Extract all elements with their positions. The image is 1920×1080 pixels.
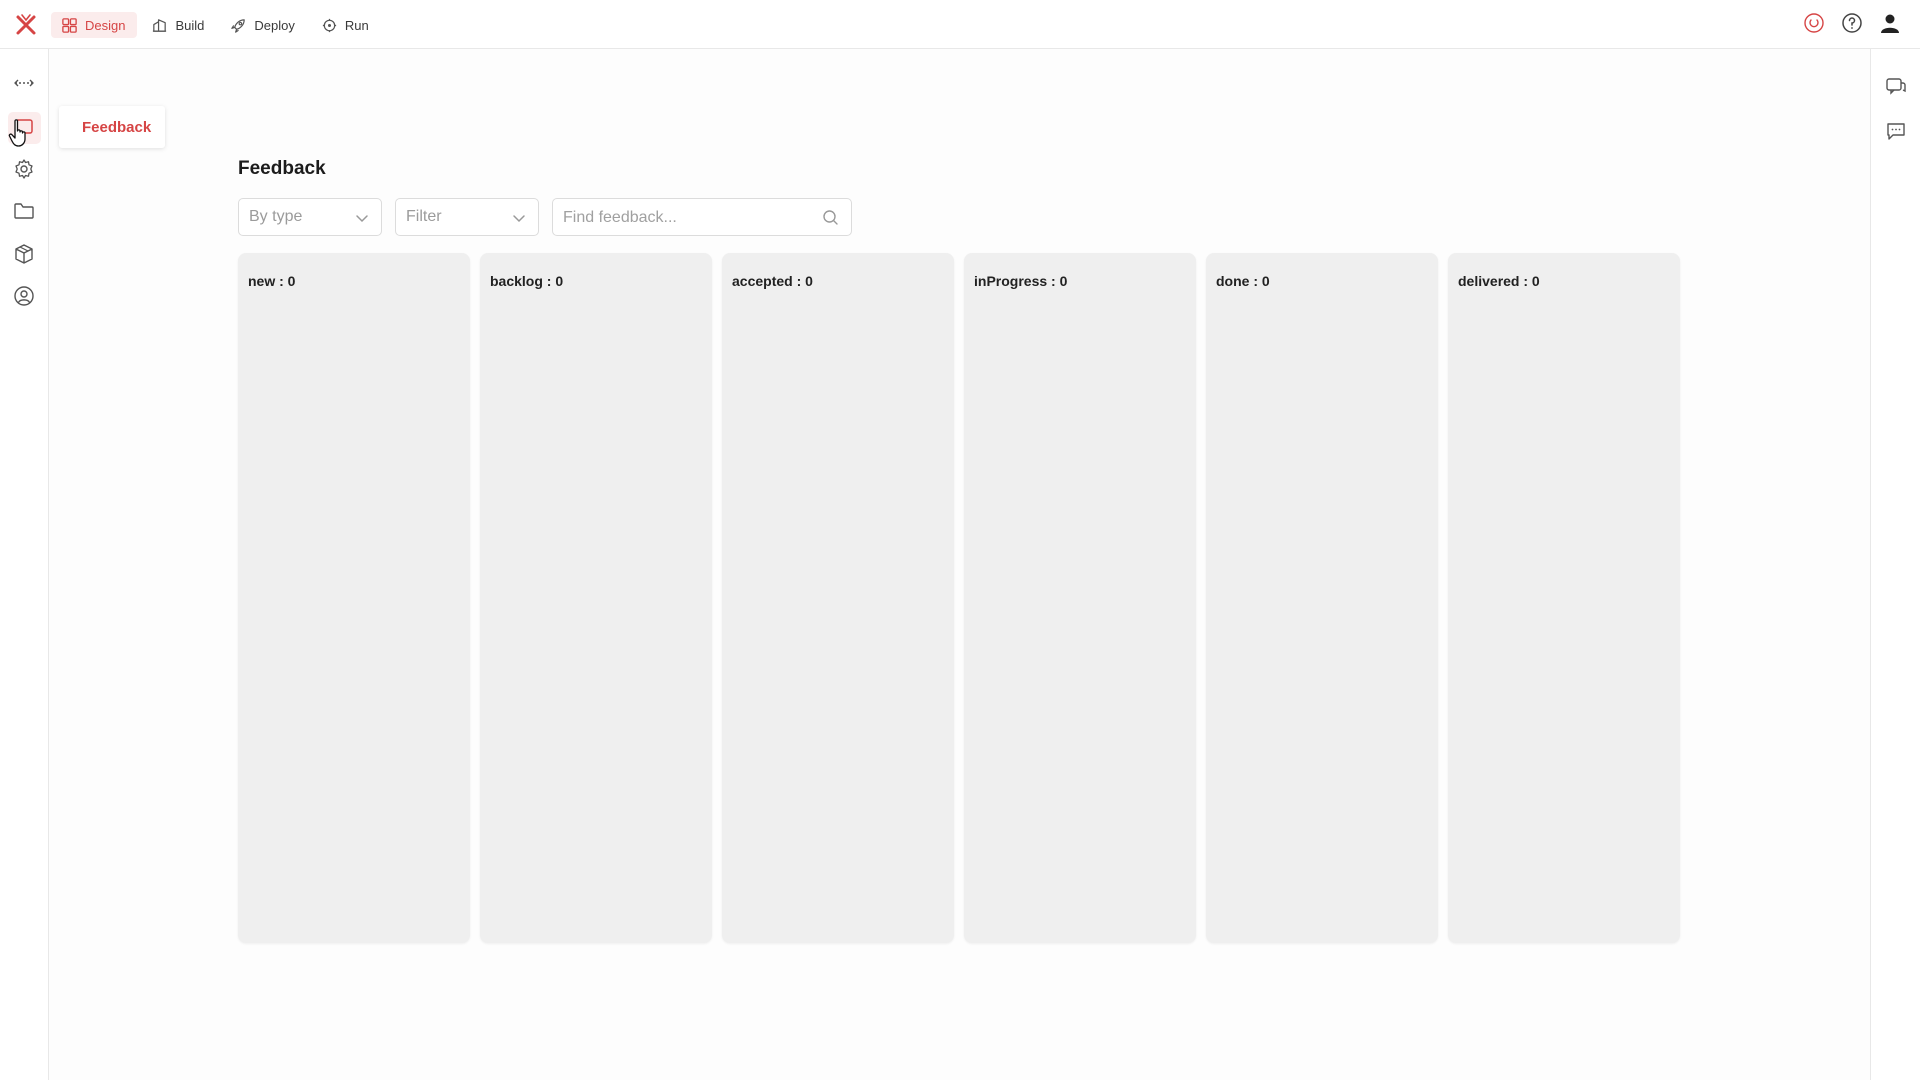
left-sidebar <box>0 49 49 1080</box>
sidebar-tooltip: Feedback <box>59 106 166 148</box>
mouse-pointer-icon <box>8 118 30 148</box>
tab-run[interactable]: Run <box>311 12 381 38</box>
tab-label: Deploy <box>254 17 295 33</box>
folder-icon[interactable] <box>12 199 36 223</box>
page-title: Feedback <box>238 158 326 179</box>
board-column-backlog[interactable]: backlog : 0 <box>480 253 712 943</box>
tab-label: Run <box>344 17 369 33</box>
package-icon[interactable] <box>12 242 36 266</box>
search-icon[interactable] <box>822 209 839 226</box>
messages-icon[interactable] <box>1884 74 1908 98</box>
column-header: new : 0 <box>248 273 296 289</box>
layout-grid-icon <box>61 17 78 34</box>
feedback-board: new : 0 backlog : 0 accepted : 0 inProgr… <box>238 253 1680 943</box>
tab-label: Design <box>85 17 126 33</box>
tab-design[interactable]: Design <box>51 12 138 38</box>
filter-select-placeholder: Filter <box>406 208 442 225</box>
column-header: done : 0 <box>1216 273 1270 289</box>
board-column-inprogress[interactable]: inProgress : 0 <box>964 253 1196 943</box>
chevron-down-icon <box>512 211 526 225</box>
board-column-delivered[interactable]: delivered : 0 <box>1448 253 1680 943</box>
chat-icon[interactable] <box>1884 119 1908 143</box>
column-header: accepted : 0 <box>732 273 813 289</box>
user-circle-icon[interactable] <box>12 284 36 308</box>
tab-build[interactable]: Build <box>141 12 216 38</box>
search-input[interactable] <box>553 199 815 237</box>
tab-label: Build <box>175 17 205 33</box>
column-header: backlog : 0 <box>490 273 564 289</box>
type-select[interactable]: By type <box>238 198 382 236</box>
top-right-actions <box>1802 11 1902 35</box>
expand-icon[interactable] <box>12 71 36 95</box>
filter-bar: By type Filter <box>238 198 852 237</box>
filter-select[interactable]: Filter <box>395 198 539 236</box>
type-select-placeholder: By type <box>249 208 303 225</box>
column-header: delivered : 0 <box>1458 273 1540 289</box>
board-column-new[interactable]: new : 0 <box>238 253 470 943</box>
right-sidebar <box>1870 49 1920 1080</box>
user-icon[interactable] <box>1878 11 1902 35</box>
mode-tabs: Design Build Deploy Run <box>51 12 381 38</box>
tab-deploy[interactable]: Deploy <box>220 12 306 38</box>
power-icon[interactable] <box>1802 11 1826 35</box>
run-icon <box>321 17 338 34</box>
app-logo-icon[interactable] <box>13 12 39 38</box>
rocket-icon <box>230 17 247 34</box>
build-icon <box>151 17 168 34</box>
chevron-down-icon <box>355 211 369 225</box>
board-column-accepted[interactable]: accepted : 0 <box>722 253 954 943</box>
column-header: inProgress : 0 <box>974 273 1068 289</box>
board-column-done[interactable]: done : 0 <box>1206 253 1438 943</box>
settings-icon[interactable] <box>12 157 36 181</box>
help-icon[interactable] <box>1840 11 1864 35</box>
search-box <box>552 198 852 237</box>
top-bar: Design Build Deploy Run <box>0 0 1920 49</box>
